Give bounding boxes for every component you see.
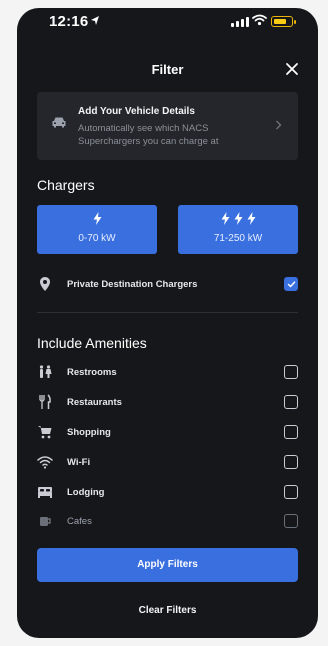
amenity-wifi-label: Wi-Fi (67, 457, 91, 468)
status-bar: 12:16 (17, 8, 318, 36)
vehicle-card-description: Automatically see which NACS Supercharge… (78, 123, 219, 147)
status-time: 12:16 (49, 13, 89, 30)
speed-71-250-button[interactable]: 71-250 kW (178, 205, 298, 254)
filter-screen: 12:16 Filter Add Your Vehicle Details Au… (17, 8, 318, 638)
amenity-lodging-row[interactable]: Lodging (37, 484, 299, 502)
speed-0-70-button[interactable]: 0-70 kW (37, 205, 157, 254)
map-pin-icon (40, 277, 50, 291)
amenity-wifi-checkbox[interactable] (284, 455, 298, 469)
bolt-icon (93, 212, 101, 225)
restroom-icon (39, 365, 52, 378)
chargers-section-title: Chargers (37, 177, 95, 193)
shopping-cart-icon (38, 426, 52, 439)
close-icon[interactable] (285, 62, 299, 76)
wifi-status-icon (252, 14, 267, 26)
location-arrow-icon (91, 16, 99, 25)
fork-knife-icon (39, 394, 51, 409)
speed-71-250-label: 71-250 kW (213, 233, 263, 244)
amenity-shopping-checkbox[interactable] (284, 425, 298, 439)
amenity-wifi-row[interactable]: Wi-Fi (37, 454, 299, 472)
amenity-restrooms-row[interactable]: Restrooms (37, 364, 299, 382)
private-destination-checkbox[interactable] (284, 277, 298, 291)
bolt-icon (234, 212, 242, 225)
amenity-lodging-label: Lodging (67, 487, 105, 498)
speed-0-70-label: 0-70 kW (78, 233, 116, 244)
cellular-signal-icon (231, 17, 249, 27)
bolt-icon (247, 212, 255, 225)
battery-icon (271, 16, 296, 27)
amenity-restaurants-checkbox[interactable] (284, 395, 298, 409)
coffee-cup-icon (40, 517, 51, 526)
bed-icon (38, 487, 52, 498)
amenity-restaurants-row[interactable]: Restaurants (37, 394, 299, 412)
add-vehicle-card[interactable]: Add Your Vehicle Details Automatically s… (37, 92, 298, 160)
amenity-lodging-checkbox[interactable] (284, 485, 298, 499)
amenity-restaurants-label: Restaurants (67, 397, 122, 408)
amenity-cafes-label: Cafes (67, 516, 92, 527)
amenity-restrooms-label: Restrooms (67, 367, 117, 378)
car-icon (52, 117, 66, 128)
amenity-shopping-row[interactable]: Shopping (37, 424, 299, 442)
private-destination-row[interactable]: Private Destination Chargers (37, 276, 299, 294)
chevron-right-icon (276, 120, 282, 130)
clear-filters-button[interactable]: Clear Filters (17, 605, 318, 616)
checkmark-icon (287, 280, 295, 287)
amenities-section-title: Include Amenities (37, 335, 147, 351)
amenity-cafes-checkbox[interactable] (284, 514, 298, 528)
vehicle-card-title: Add Your Vehicle Details (78, 106, 195, 117)
amenity-restrooms-checkbox[interactable] (284, 365, 298, 379)
bolt-icon (221, 212, 229, 225)
private-destination-label: Private Destination Chargers (67, 279, 198, 290)
amenity-shopping-label: Shopping (67, 427, 111, 438)
page-title: Filter (151, 62, 184, 77)
section-divider (37, 312, 298, 313)
wifi-icon (37, 456, 53, 469)
apply-filters-button[interactable]: Apply Filters (37, 548, 298, 582)
amenity-cafes-row[interactable]: Cafes (37, 513, 299, 531)
